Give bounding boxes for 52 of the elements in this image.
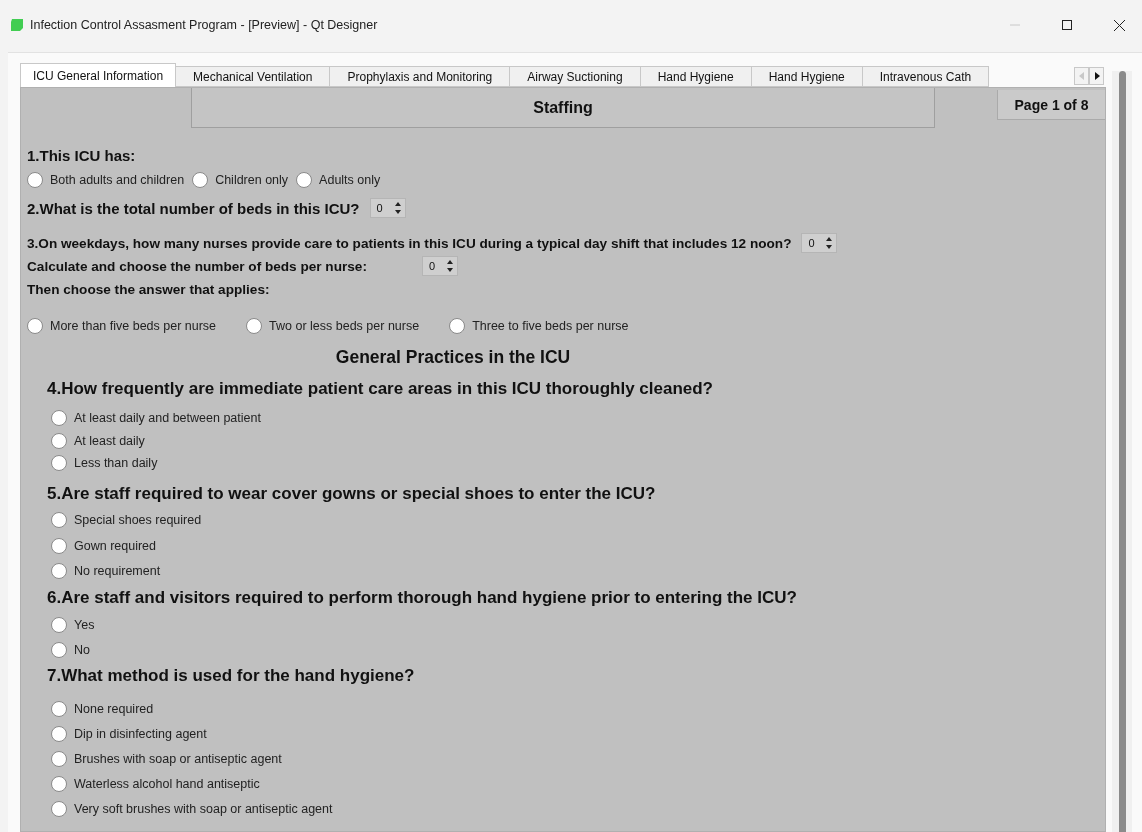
tab[interactable]: Prophylaxis and Monitoring — [329, 66, 511, 87]
tab[interactable]: Hand Hygiene — [639, 66, 752, 87]
radio-button[interactable]: Waterless alcohol hand antiseptic — [51, 771, 1105, 796]
tab[interactable]: Intravenous Cath — [861, 66, 990, 87]
instruction-label: Then choose the answer that applies: — [27, 280, 271, 299]
spin-box[interactable]: 0 — [422, 256, 458, 276]
question-label: 2.What is the total number of beds in this ICU? — [27, 199, 360, 217]
close-icon — [1113, 19, 1125, 31]
spin-box[interactable]: 0 — [801, 233, 838, 253]
radio-button[interactable]: Adults only — [296, 168, 381, 192]
radio-button[interactable]: Very soft brushes with soap or antiseptic agent — [51, 796, 1105, 821]
question-label: 3.On weekdays, how many nurses provide care to patients in this ICU during a typical day shift that includes 12 noon? — [27, 235, 792, 251]
left-triangle-icon — [1078, 72, 1085, 80]
tab[interactable]: ICU General Information — [20, 63, 177, 87]
tab[interactable]: Mechanical Ventilation — [175, 66, 331, 87]
radio-button[interactable]: At least daily — [51, 429, 1105, 452]
radio-button[interactable]: No — [51, 637, 1105, 662]
right-triangle-icon — [1093, 72, 1100, 80]
spin-box[interactable]: 0 — [369, 198, 406, 218]
question-label: 5.Are staff required to wear cover gowns or special shoes to enter the ICU? — [47, 482, 657, 505]
question-label: 1.This ICU has: — [27, 145, 137, 166]
radio-button[interactable]: Both adults and children — [27, 168, 185, 192]
radio-button[interactable]: Gown required — [51, 533, 1105, 559]
page-label: Page 1 of 8 — [997, 90, 1105, 120]
tab[interactable]: Hand Hygiene — [750, 66, 863, 87]
radio-button[interactable]: More than five beds per nurse — [27, 314, 217, 338]
section-header: Staffing — [191, 88, 935, 128]
maximize-icon — [1062, 20, 1072, 30]
section-title: General Practices in the ICU — [334, 345, 572, 369]
radio-button[interactable]: Special shoes required — [51, 507, 1105, 533]
radio-button[interactable]: Less than daily — [51, 452, 1105, 475]
up-down-arrows-icon[interactable] — [393, 201, 402, 215]
radio-button[interactable]: Children only — [192, 168, 289, 192]
window-title: Infection Control Assasment Program - [Preview] - Qt Designer — [30, 18, 379, 32]
question-label: Calculate and choose the number of beds per nurse: — [27, 258, 368, 274]
app-logo-icon — [10, 18, 24, 32]
question-label: 7.What method is used for the hand hygiene? — [47, 665, 416, 687]
radio-button[interactable]: Two or less beds per nurse — [246, 314, 420, 338]
tab[interactable]: Airway Suctioning — [509, 66, 641, 87]
radio-button[interactable]: Dip in disinfecting agent — [51, 721, 1105, 746]
scroll-right-button[interactable] — [1089, 67, 1104, 85]
scrollbar[interactable] — [1112, 71, 1132, 832]
radio-button[interactable]: Three to five beds per nurse — [449, 314, 629, 338]
radio-button[interactable]: Yes — [51, 612, 1105, 637]
radio-button[interactable]: Brushes with soap or antiseptic agent — [51, 746, 1105, 771]
up-down-arrows-icon[interactable] — [446, 259, 454, 273]
question-label: 4.How frequently are immediate patient care areas in this ICU thoroughly cleaned? — [47, 378, 714, 400]
radio-button[interactable]: At least daily and between patient — [51, 407, 1105, 430]
question-label: 6.Are staff and visitors required to perform thorough hand hygiene prior to entering the ICU? — [47, 587, 798, 609]
radio-button[interactable]: No requirement — [51, 558, 1105, 584]
up-down-arrows-icon[interactable] — [825, 236, 834, 250]
radio-button[interactable]: None required — [51, 696, 1105, 721]
